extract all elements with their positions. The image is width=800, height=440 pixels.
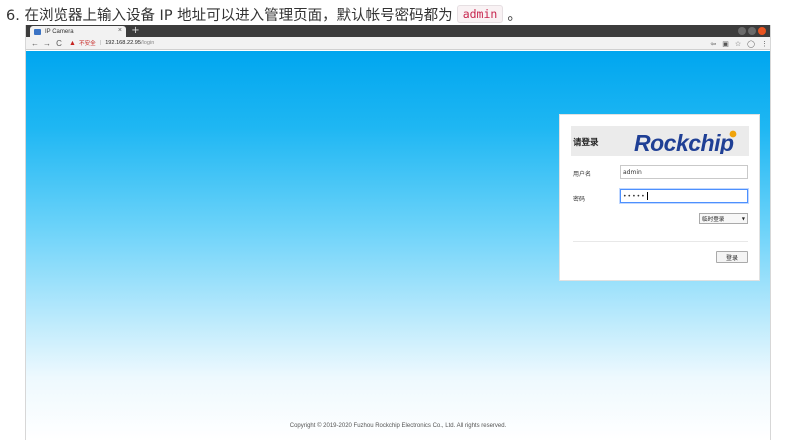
username-label: 用户名 xyxy=(573,171,592,178)
instruction-step: 6. 在浏览器上输入设备 IP 地址可以进入管理页面，默认帐号密码都为 admi… xyxy=(6,2,522,26)
omnibox-separator: | xyxy=(99,40,102,46)
back-button[interactable]: ← xyxy=(29,39,41,48)
warning-icon: ▲ xyxy=(69,39,76,47)
page-viewport: 请登录 Rockchip 用户名 admin 密码 ••••• 临时登录 ▼ 登… xyxy=(26,51,770,440)
address-bar[interactable]: ▲ 不安全 | 192.168.22.95/login xyxy=(69,38,154,48)
instruction-text: 6. 在浏览器上输入设备 IP 地址可以进入管理页面，默认帐号密码都为 xyxy=(6,7,453,24)
password-label: 密码 xyxy=(573,196,586,203)
login-header: 请登录 Rockchip xyxy=(571,126,749,156)
password-mask: ••••• xyxy=(623,192,646,200)
url-path: /login xyxy=(140,40,155,46)
url-text[interactable]: 192.168.22.95/login xyxy=(105,40,154,46)
login-title: 请登录 xyxy=(573,138,599,148)
browser-toolbar: ← → C ▲ 不安全 | 192.168.22.95/login ⇦ ▣ ☆ … xyxy=(26,37,770,50)
maximize-button[interactable] xyxy=(748,27,756,35)
session-type-select[interactable]: 临时登录 ▼ xyxy=(699,213,748,224)
rockchip-logo: Rockchip xyxy=(634,130,737,154)
browser-window: IP Camera × + ← → C ▲ 不安全 | 192.168.22.9… xyxy=(25,25,771,440)
rockchip-logo-text: Rockchip xyxy=(634,130,734,154)
password-input[interactable]: ••••• xyxy=(620,189,748,203)
menu-icon[interactable]: ⋮ xyxy=(761,40,768,48)
translate-icon[interactable]: ▣ xyxy=(722,40,729,48)
window-controls xyxy=(738,27,766,35)
minimize-button[interactable] xyxy=(738,27,746,35)
bookmark-star-icon[interactable]: ☆ xyxy=(735,40,741,48)
login-card: 请登录 Rockchip 用户名 admin 密码 ••••• 临时登录 ▼ 登… xyxy=(559,114,760,281)
key-icon[interactable]: ⇦ xyxy=(710,40,716,48)
text-caret xyxy=(646,192,648,200)
tab-bar: IP Camera × + xyxy=(26,25,770,37)
tab-close-icon[interactable]: × xyxy=(118,27,122,34)
close-window-button[interactable] xyxy=(758,27,766,35)
dropdown-arrow-icon: ▼ xyxy=(741,216,745,221)
instruction-end: 。 xyxy=(507,7,522,24)
browser-tab[interactable]: IP Camera × xyxy=(30,26,126,37)
logo-dot xyxy=(729,130,737,138)
url-host: 192.168.22.95 xyxy=(105,40,141,46)
forward-button[interactable]: → xyxy=(41,39,53,48)
session-type-value: 临时登录 xyxy=(702,216,725,223)
card-divider xyxy=(573,241,748,242)
reload-button[interactable]: C xyxy=(53,39,65,48)
login-button[interactable]: 登录 xyxy=(716,251,748,263)
toolbar-actions: ⇦ ▣ ☆ ◯ ⋮ xyxy=(710,37,768,50)
not-secure-label[interactable]: 不安全 xyxy=(79,39,96,47)
tab-title: IP Camera xyxy=(45,28,74,35)
favicon-icon xyxy=(34,28,41,35)
copyright-footer: Copyright © 2019-2020 Fuzhou Rockchip El… xyxy=(289,423,507,429)
extension-icon[interactable]: ◯ xyxy=(747,40,755,48)
username-input[interactable]: admin xyxy=(620,165,748,179)
new-tab-button[interactable]: + xyxy=(130,25,141,37)
default-credential-code: admin xyxy=(456,5,504,23)
